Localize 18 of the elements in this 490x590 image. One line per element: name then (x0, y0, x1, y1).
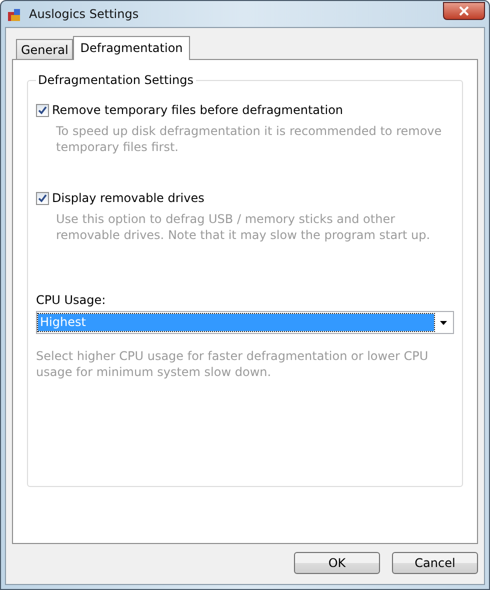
window-title: Auslogics Settings (29, 7, 139, 21)
dialog-button[interactable]: OK (294, 552, 380, 574)
close-icon (459, 6, 469, 16)
tab[interactable]: Defragmentation (73, 36, 190, 60)
checkbox[interactable] (36, 192, 49, 204)
option-description: Use this option to defrag USB / memory sticks and other removable drives. Note that it may slow the program start up. (56, 211, 432, 243)
close-button[interactable] (443, 2, 485, 20)
checkbox-label: Remove temporary files before defragmentation (52, 103, 344, 117)
tab[interactable]: General (16, 39, 74, 60)
cpu-usage-label: CPU Usage: (36, 293, 107, 307)
caret-icon (440, 320, 446, 324)
checkbox-label: Display removable drives (52, 191, 204, 205)
checkbox[interactable] (36, 104, 49, 116)
option-description: To speed up disk defragmentation it is recommended to remove temporary files first. (56, 123, 443, 155)
group-title: Defragmentation Settings (36, 73, 196, 87)
dialog-button[interactable]: Cancel (392, 552, 478, 574)
app-icon (7, 6, 23, 22)
cpu-usage-description: Select higher CPU usage for faster defragmentation or lower CPU usage for minimum system slow down. (36, 348, 430, 380)
